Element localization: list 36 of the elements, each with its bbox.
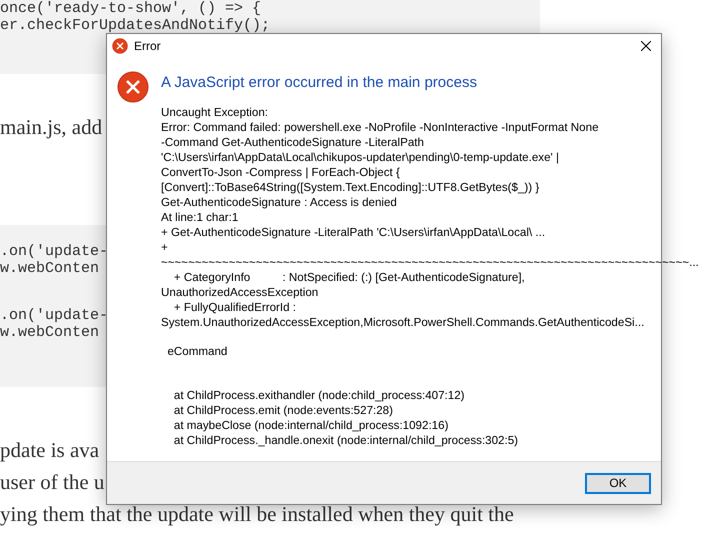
message-line: ConvertTo-Json -Compress | ForEach-Object {: [161, 165, 401, 180]
code-line: w.webConten: [0, 260, 100, 277]
error-heading: A JavaScript error occurred in the main process: [161, 74, 478, 91]
code-line: .on('update-: [0, 243, 108, 260]
message-line: At line:1 char:1: [161, 210, 240, 225]
code-line: w.webConten: [0, 324, 100, 341]
message-line: Error: Command failed: powershell.exe -NoProfile -NonInteractive -InputFormat None: [161, 120, 600, 135]
close-icon: [641, 41, 651, 51]
paragraph-text: pdate is ava: [0, 437, 100, 464]
message-line: + CategoryInfo : NotSpecified: (:) [Get-AuthenticodeSignature],: [172, 270, 526, 285]
paragraph-text: main.js, add: [0, 114, 102, 141]
message-line: + FullyQualifiedErrorId :: [172, 300, 297, 315]
message-line: +: [161, 240, 169, 255]
message-line: ~~~~~~~~~~~~~~~~~~~~~~~~~~~~~~~~~~~~~~~~~~~~~~~~~~~~~~~~~~~~~~~~~~~~~~~~~~~~~~...: [161, 255, 699, 270]
error-icon: [117, 71, 149, 103]
paragraph-text: ying them that the update will be installed when they quit the: [0, 501, 514, 528]
code-line: er.checkForUpdatesAndNotify();: [0, 17, 270, 34]
code-line: .on('update-: [0, 307, 108, 324]
message-line: UnauthorizedAccessException: [161, 285, 320, 300]
message-line: at maybeClose (node:internal/child_process:1092:16): [172, 418, 450, 433]
message-line: + Get-AuthenticodeSignature -LiteralPath 'C:\Users\irfan\AppData\Local\ ...: [161, 225, 546, 240]
code-line: once('ready-to-show', () => {: [0, 0, 262, 17]
message-line: -Command Get-AuthenticodeSignature -LiteralPath: [161, 135, 425, 150]
message-line: 'C:\Users\irfan\AppData\Local\chikupos-updater\pending\0-temp-update.exe' |: [161, 150, 560, 165]
paragraph-text: user of the u: [0, 469, 104, 496]
error-icon: [112, 38, 128, 54]
window-title: Error: [134, 39, 162, 53]
message-line: Get-AuthenticodeSignature : Access is denied: [161, 195, 398, 210]
message-line: at ChildProcess.emit (node:events:527:28): [172, 403, 394, 418]
message-line: Uncaught Exception:: [161, 105, 269, 120]
message-line: at ChildProcess.exithandler (node:child_process:407:12): [172, 388, 466, 403]
message-line: [Convert]::ToBase64String([System.Text.Encoding]::UTF8.GetBytes($_)) }: [161, 180, 540, 195]
message-line: at ChildProcess._handle.onexit (node:internal/child_process:302:5): [172, 433, 520, 448]
message-line: System.UnauthorizedAccessException,Microsoft.PowerShell.Commands.GetAuthenticodeSi...: [161, 315, 646, 330]
ok-button[interactable]: OK: [585, 472, 651, 494]
message-line: eCommand: [166, 344, 228, 359]
